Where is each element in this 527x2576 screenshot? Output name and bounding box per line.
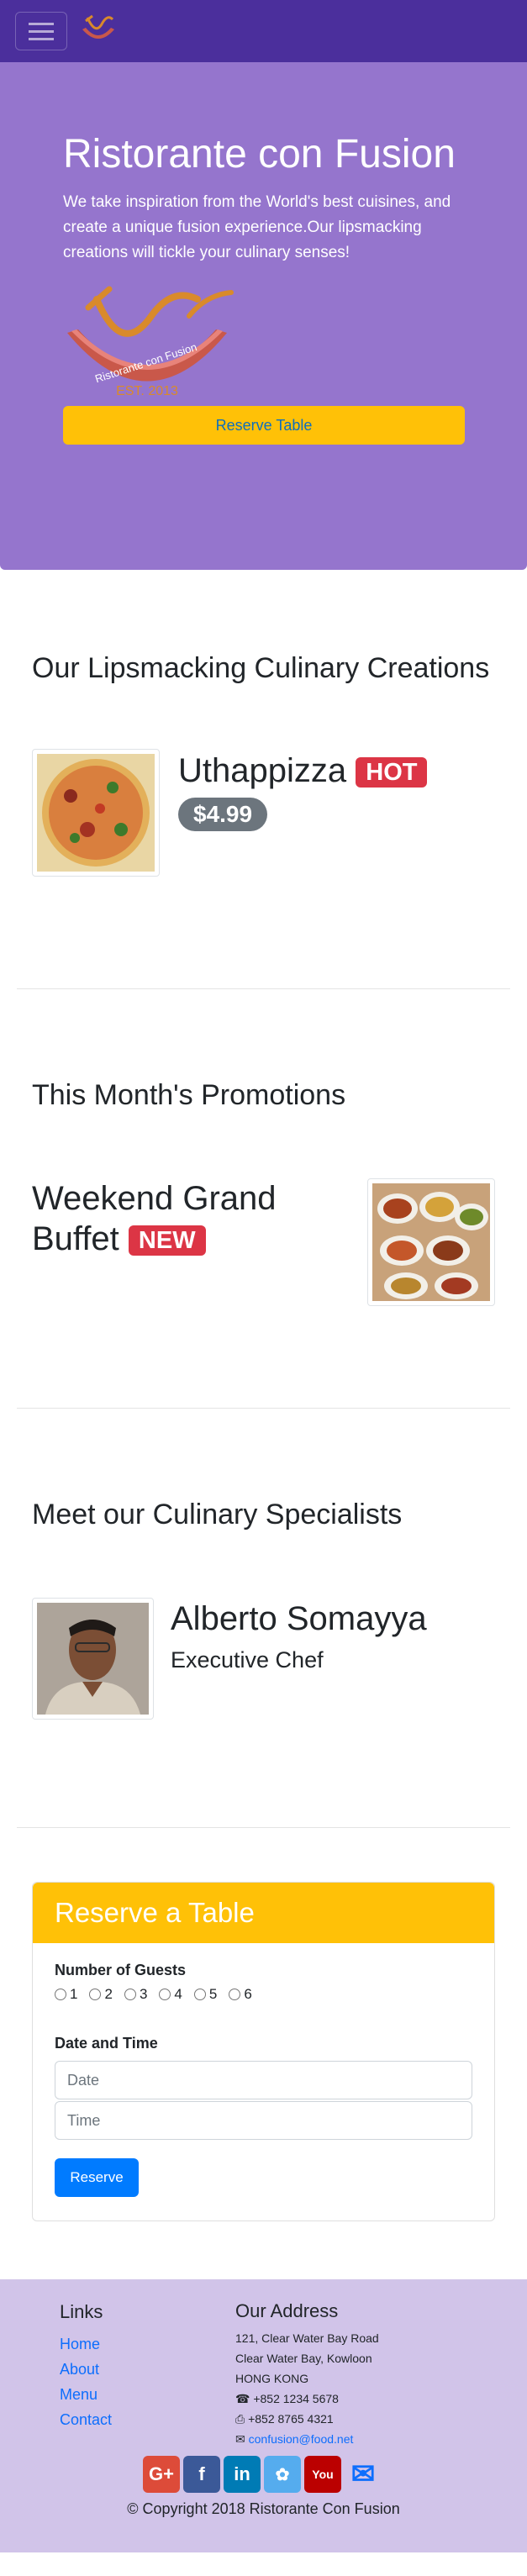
radio-icon[interactable] <box>229 1989 241 2000</box>
address-line: 121, Clear Water Bay Road <box>235 2331 379 2345</box>
guest-option[interactable]: 1 <box>55 1986 77 2003</box>
guest-option[interactable]: 5 <box>193 1986 217 2003</box>
phone-icon: ☎ <box>235 2392 250 2405</box>
dish-section: Our Lipsmacking Culinary Creations Uthap… <box>0 570 527 988</box>
footer: Links Home About Menu Contact Our Addres… <box>0 2279 527 2552</box>
promotion-heading: This Month's Promotions <box>32 1079 346 1111</box>
social-links: G+ f in ✿ You ✉ <box>143 2456 382 2493</box>
youtube-icon[interactable]: You <box>304 2456 341 2493</box>
facebook-icon[interactable]: f <box>183 2456 220 2493</box>
footer-links: Links Home About Menu Contact <box>60 2301 112 2432</box>
reserve-card-header: Reserve a Table <box>33 1883 494 1943</box>
promotion-media: Weekend Grand Buffet NEW <box>32 1178 495 1306</box>
date-field[interactable]: Date <box>55 2061 472 2099</box>
radio-icon[interactable] <box>89 1989 102 2000</box>
address-line: Clear Water Bay, Kowloon <box>235 2352 372 2365</box>
dish-heading: Our Lipsmacking Culinary Creations <box>32 652 490 684</box>
navbar <box>0 0 527 62</box>
price-badge: $4.99 <box>178 798 268 832</box>
address-heading: Our Address <box>235 2300 339 2321</box>
datetime-label: Date and Time <box>55 2035 158 2052</box>
dish-name: Uthappizza <box>178 752 347 789</box>
copyright: © Copyright 2018 Ristorante Con Fusion <box>127 2500 400 2517</box>
promotion-image <box>367 1178 495 1306</box>
radio-icon[interactable] <box>124 1989 136 2000</box>
address-line: HONG KONG <box>235 2372 309 2385</box>
leader-media: Alberto Somayya Executive Chef <box>32 1598 495 1720</box>
reserve-submit-button[interactable]: Reserve <box>55 2158 139 2197</box>
hamburger-icon <box>29 22 54 25</box>
footer-link-contact[interactable]: Contact <box>60 2411 112 2428</box>
leader-photo <box>32 1598 154 1720</box>
radio-icon[interactable] <box>193 1989 206 2000</box>
guests-label: Number of Guests <box>55 1962 187 1978</box>
dish-image <box>32 749 160 877</box>
email-link[interactable]: confusion@food.net <box>249 2432 354 2446</box>
hot-badge: HOT <box>356 757 428 788</box>
leader-heading: Meet our Culinary Specialists <box>32 1499 403 1530</box>
reserve-card: Reserve a Table Number of Guests 1 2 3 4… <box>32 1882 495 2221</box>
time-field[interactable]: Time <box>55 2101 472 2140</box>
leader-section: Meet our Culinary Specialists Alberto So… <box>0 1409 527 1827</box>
guest-option[interactable]: 4 <box>159 1986 182 2003</box>
linkedin-icon[interactable]: in <box>224 2456 261 2493</box>
reserve-table-button[interactable]: Reserve Table <box>63 406 465 445</box>
mail-icon[interactable]: ✉ <box>345 2456 382 2493</box>
dish-media: Uthappizza HOT $4.99 <box>32 749 495 877</box>
guest-option[interactable]: 6 <box>229 1986 252 2003</box>
footer-link-home[interactable]: Home <box>60 2336 100 2352</box>
promotion-section: This Month's Promotions Weekend Grand Bu… <box>0 989 527 1408</box>
guest-option[interactable]: 2 <box>89 1986 113 2003</box>
reserve-section: Reserve a Table Number of Guests 1 2 3 4… <box>0 1828 527 2279</box>
twitter-icon[interactable]: ✿ <box>264 2456 301 2493</box>
footer-address: Our Address 121, Clear Water Bay Road Cl… <box>235 2301 379 2449</box>
google-plus-icon[interactable]: G+ <box>143 2456 180 2493</box>
menu-toggle-button[interactable] <box>15 12 67 50</box>
radio-icon[interactable] <box>159 1989 171 2000</box>
guest-option[interactable]: 3 <box>124 1986 147 2003</box>
new-badge: NEW <box>128 1225 206 1256</box>
footer-link-about[interactable]: About <box>60 2361 99 2378</box>
links-heading: Links <box>60 2301 103 2322</box>
guests-radio-group: 1 2 3 4 5 6 <box>55 1986 472 2003</box>
envelope-icon: ✉ <box>235 2432 245 2446</box>
restaurant-logo: Ristorante con Fusion EST. 2013 <box>63 282 464 404</box>
restaurant-description: We take inspiration from the World's bes… <box>63 193 451 261</box>
footer-link-menu[interactable]: Menu <box>60 2386 97 2403</box>
fax-number: +852 8765 4321 <box>248 2412 334 2426</box>
svg-text:EST. 2013: EST. 2013 <box>116 384 178 398</box>
leader-title: Executive Chef <box>171 1647 324 1673</box>
leader-name: Alberto Somayya <box>171 1600 427 1637</box>
fax-icon: ⎙ <box>235 2412 245 2426</box>
radio-icon[interactable] <box>55 1989 66 2000</box>
phone-number: +852 1234 5678 <box>253 2392 339 2405</box>
restaurant-title: Ristorante con Fusion <box>63 132 456 176</box>
jumbotron: Ristorante con Fusion We take inspiratio… <box>0 62 527 570</box>
logo-icon[interactable] <box>77 13 119 50</box>
